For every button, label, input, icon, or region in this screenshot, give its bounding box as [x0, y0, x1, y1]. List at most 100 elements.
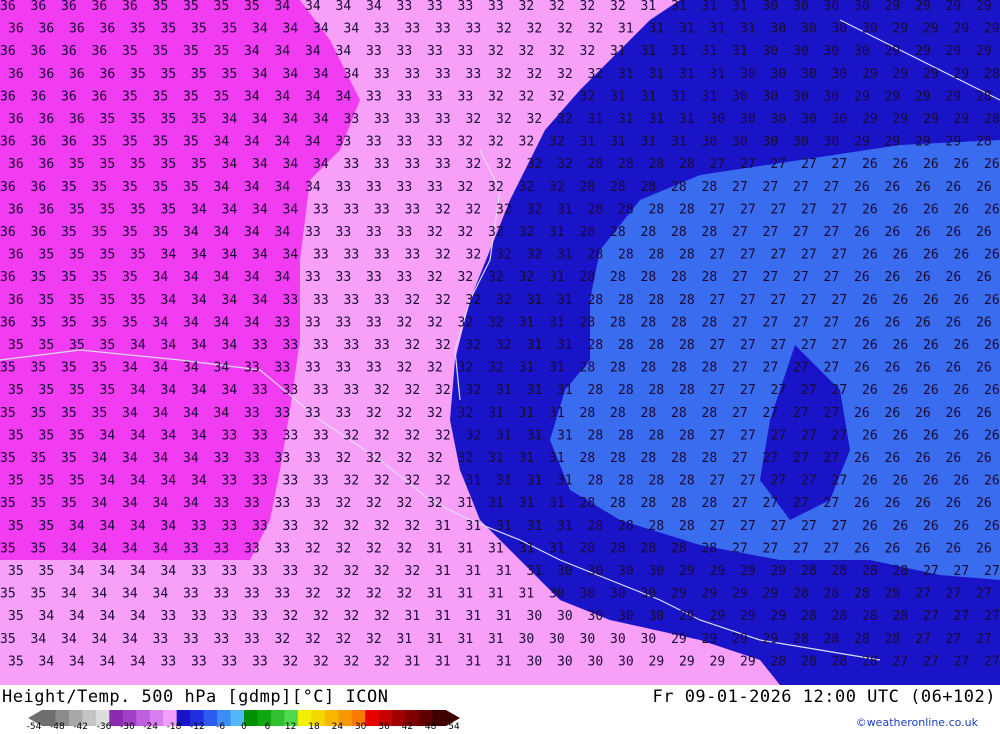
- contour-label: 27: [732, 451, 748, 466]
- contour-label: 32: [458, 270, 474, 285]
- legend-tick-label: -36: [96, 722, 112, 732]
- contour-label: 26: [984, 474, 1000, 489]
- contour-label: 27: [801, 157, 817, 172]
- contour-label: 31: [618, 112, 634, 127]
- contour-label: 33: [313, 428, 329, 443]
- contour-label: 35: [92, 361, 108, 376]
- contour-label: 34: [191, 428, 207, 443]
- contour-label: 27: [793, 406, 809, 421]
- contour-label: 33: [275, 315, 291, 330]
- contour-label: 34: [283, 157, 299, 172]
- contour-label: 27: [732, 315, 748, 330]
- contour-label: 34: [161, 564, 177, 579]
- contour-label: 33: [283, 383, 299, 398]
- contour-label: 36: [39, 67, 55, 82]
- contour-label: 32: [427, 496, 443, 511]
- contour-label: 32: [427, 315, 443, 330]
- contour-label: 27: [832, 383, 848, 398]
- contour-label: 29: [915, 89, 931, 104]
- contour-label: 31: [740, 22, 756, 37]
- contour-label: 35: [191, 22, 207, 37]
- contour-label: 32: [549, 0, 565, 14]
- contour-label: 33: [344, 293, 360, 308]
- legend-tick-label: 12: [284, 722, 297, 732]
- contour-label: 28: [885, 632, 901, 647]
- contour-label: 29: [976, 0, 992, 14]
- contour-label: 35: [100, 383, 116, 398]
- contour-label: 34: [244, 44, 260, 59]
- contour-label: 34: [191, 338, 207, 353]
- contour-label: 32: [488, 361, 504, 376]
- contour-label: 27: [984, 654, 1000, 669]
- contour-label: 28: [649, 383, 665, 398]
- contour-label: 35: [8, 338, 24, 353]
- contour-label: 35: [153, 44, 169, 59]
- contour-label: 33: [275, 406, 291, 421]
- contour-label: 35: [244, 0, 260, 14]
- contour-label: 26: [954, 202, 970, 217]
- contour-label: 32: [313, 654, 329, 669]
- contour-label: 31: [710, 22, 726, 37]
- contour-label: 27: [710, 338, 726, 353]
- contour-label: 34: [214, 270, 230, 285]
- contour-label: 30: [549, 587, 565, 602]
- credit-link[interactable]: ©weatheronline.co.uk: [856, 716, 978, 729]
- contour-label: 30: [549, 632, 565, 647]
- contour-label: 26: [854, 541, 870, 556]
- contour-label: 32: [519, 89, 535, 104]
- contour-label: 35: [0, 541, 16, 556]
- contour-label: 31: [641, 0, 657, 14]
- contour-label: 27: [915, 587, 931, 602]
- contour-label: 32: [405, 428, 421, 443]
- contour-label: 36: [8, 22, 24, 37]
- contour-label: 33: [374, 338, 390, 353]
- contour-label: 35: [69, 202, 85, 217]
- contour-label: 32: [588, 22, 604, 37]
- contour-label: 30: [610, 587, 626, 602]
- contour-label: 35: [122, 315, 138, 330]
- contour-label: 33: [305, 315, 321, 330]
- contour-label: 33: [374, 293, 390, 308]
- contour-label: 28: [702, 451, 718, 466]
- contour-label: 35: [8, 428, 24, 443]
- contour-label: 29: [946, 44, 962, 59]
- contour-label: 29: [984, 22, 1000, 37]
- contour-label: 30: [763, 0, 779, 14]
- contour-label: 29: [893, 22, 909, 37]
- legend-tick-label: -18: [166, 722, 182, 732]
- contour-label: 35: [130, 202, 146, 217]
- contour-label: 34: [130, 564, 146, 579]
- contour-label: 27: [793, 270, 809, 285]
- contour-label: 36: [69, 67, 85, 82]
- contour-label: 32: [313, 519, 329, 534]
- contour-label: 31: [557, 474, 573, 489]
- contour-label: 35: [39, 293, 55, 308]
- contour-label: 27: [763, 451, 779, 466]
- contour-label: 29: [915, 135, 931, 150]
- contour-label: 34: [283, 248, 299, 263]
- contour-label: 31: [557, 293, 573, 308]
- contour-label: 30: [732, 135, 748, 150]
- legend-tick-label: -12: [189, 722, 205, 732]
- contour-label: 33: [244, 632, 260, 647]
- contour-label: 34: [100, 428, 116, 443]
- contour-label: 27: [771, 428, 787, 443]
- contour-label: 31: [435, 519, 451, 534]
- contour-label: 34: [244, 89, 260, 104]
- contour-label: 33: [305, 361, 321, 376]
- contour-label: 32: [527, 248, 543, 263]
- contour-label: 34: [344, 67, 360, 82]
- contour-label: 32: [496, 157, 512, 172]
- contour-label: 30: [649, 609, 665, 624]
- contour-label: 30: [527, 654, 543, 669]
- contour-label: 34: [31, 632, 47, 647]
- contour-label: 29: [732, 632, 748, 647]
- contour-label: 28: [793, 632, 809, 647]
- contour-label: 34: [122, 451, 138, 466]
- contour-label: 28: [671, 451, 687, 466]
- legend-tick-label: -30: [119, 722, 135, 732]
- contour-label: 34: [336, 44, 352, 59]
- contour-label: 34: [222, 157, 238, 172]
- contour-label: 36: [61, 0, 77, 14]
- contour-label: 34: [122, 587, 138, 602]
